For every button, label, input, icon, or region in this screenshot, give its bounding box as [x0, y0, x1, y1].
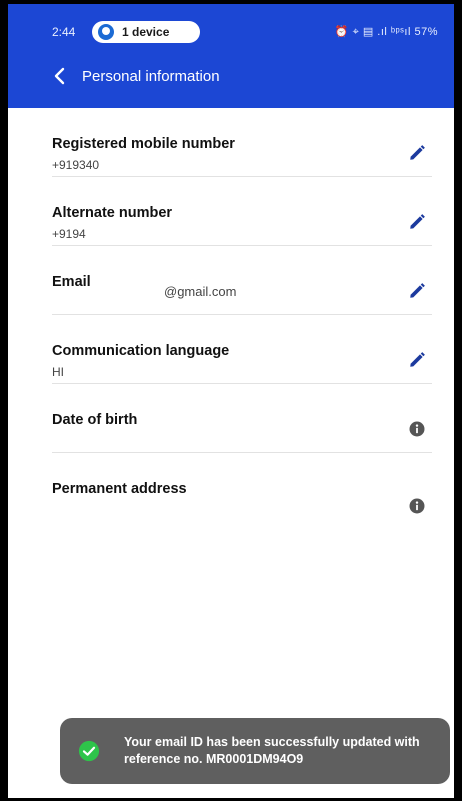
info-icon[interactable]	[408, 420, 426, 438]
row-communication-language: Communication language HI	[52, 315, 432, 384]
nav-bar: Personal information	[8, 62, 454, 94]
row-alternate-number: Alternate number +9194	[52, 177, 432, 246]
pencil-icon[interactable]	[408, 351, 426, 369]
device-icon	[98, 24, 114, 40]
info-list: Registered mobile number +919340 Alterna…	[8, 108, 454, 563]
chevron-left-icon[interactable]	[48, 64, 72, 88]
row-registered-mobile: Registered mobile number +919340	[52, 108, 432, 177]
row-label: Permanent address	[52, 481, 187, 497]
success-toast: Your email ID has been successfully upda…	[60, 718, 450, 784]
row-label: Email	[52, 274, 91, 290]
row-value: +9194	[52, 227, 86, 241]
row-value: +919340	[52, 158, 100, 172]
phone-screen: 2:44 1 device ⏰ ⌖ ▤ .ıl ᵇᵖˢıl 57% Person…	[0, 0, 462, 801]
row-date-of-birth: Date of birth	[52, 384, 432, 453]
device-badge-label: 1 device	[122, 25, 170, 39]
check-circle-icon	[78, 740, 100, 762]
page-title: Personal information	[82, 68, 220, 85]
row-label: Registered mobile number	[52, 136, 235, 152]
row-email: Email @gmail.com	[52, 246, 432, 315]
info-icon[interactable]	[408, 497, 426, 515]
status-indicators: ⏰ ⌖ ▤ .ıl ᵇᵖˢıl 57%	[334, 26, 438, 38]
app-header: 2:44 1 device ⏰ ⌖ ▤ .ıl ᵇᵖˢıl 57% Person…	[8, 4, 454, 108]
row-value: @gmail.com	[164, 284, 237, 299]
pencil-icon[interactable]	[408, 282, 426, 300]
pencil-icon[interactable]	[408, 144, 426, 162]
row-permanent-address: Permanent address	[52, 453, 432, 563]
row-label: Communication language	[52, 343, 230, 359]
toast-message: Your email ID has been successfully upda…	[124, 735, 420, 766]
status-time: 2:44	[52, 25, 76, 39]
row-value: HI	[52, 365, 64, 379]
device-badge[interactable]: 1 device	[92, 21, 200, 43]
pencil-icon[interactable]	[408, 213, 426, 231]
row-label: Date of birth	[52, 412, 138, 428]
status-bar: 2:44 1 device ⏰ ⌖ ▤ .ıl ᵇᵖˢıl 57%	[8, 19, 454, 45]
row-label: Alternate number	[52, 205, 173, 221]
